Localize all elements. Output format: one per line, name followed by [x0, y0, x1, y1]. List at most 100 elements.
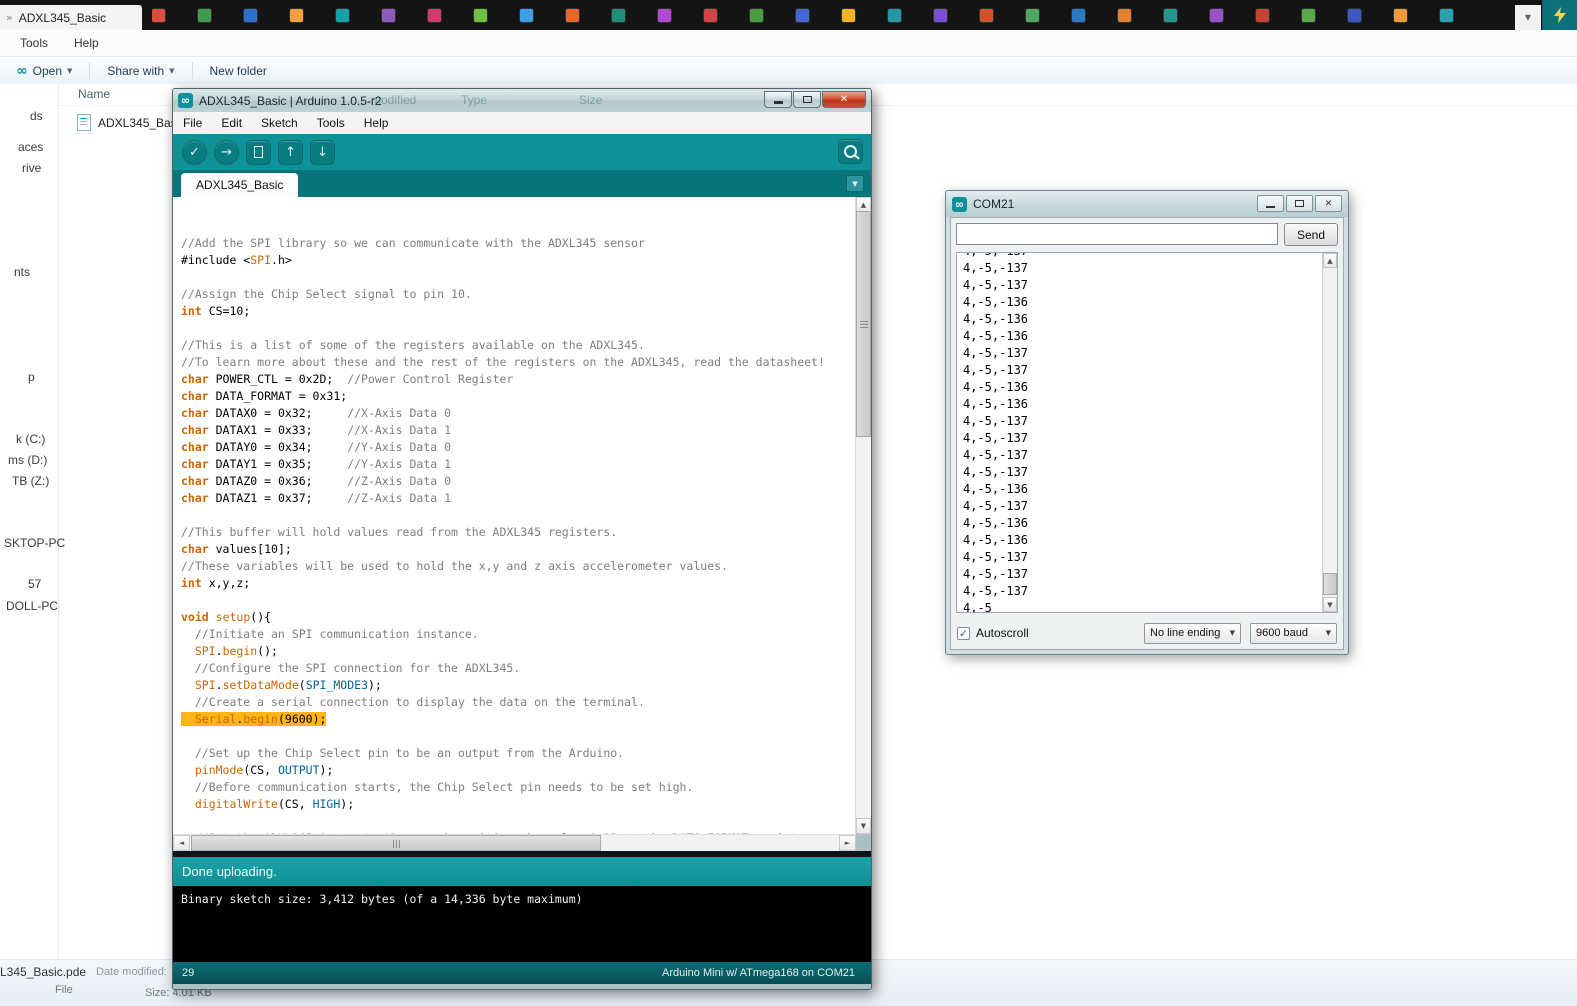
serial-line: 4,-5,-136 — [963, 311, 1028, 328]
sidebar-item[interactable]: SKTOP-PC — [4, 536, 65, 550]
bookmark-favicon[interactable] — [520, 9, 533, 22]
sidebar-item[interactable]: k (C:) — [16, 432, 45, 446]
share-with-button[interactable]: Share with ▼ — [99, 60, 182, 82]
upload-button[interactable]: → — [214, 140, 239, 165]
minimize-button[interactable] — [764, 91, 792, 108]
bookmark-favicon[interactable] — [612, 9, 625, 22]
bookmark-favicon[interactable] — [382, 9, 395, 22]
serial-scroll-thumb[interactable] — [1323, 573, 1337, 595]
save-sketch-button[interactable]: ↓ — [310, 140, 335, 165]
bookmark-favicon[interactable] — [566, 9, 579, 22]
tab-menu-button[interactable]: ▼ — [846, 175, 864, 192]
menu-help[interactable]: Help — [74, 36, 99, 50]
arduino-titlebar[interactable]: ∞ ADXL345_Basic | Arduino 1.0.5-r2 modif… — [173, 89, 871, 112]
bookmark-favicon[interactable] — [888, 9, 901, 22]
sidebar-item[interactable]: aces — [18, 140, 43, 154]
verify-button[interactable]: ✓ — [182, 140, 207, 165]
horizontal-scroll-thumb[interactable] — [191, 835, 601, 851]
autoscroll-label: Autoscroll — [976, 626, 1029, 640]
column-header-name[interactable]: Name — [78, 87, 110, 101]
sidebar-item[interactable]: nts — [14, 265, 30, 279]
scroll-down-arrow[interactable]: ▼ — [1323, 597, 1337, 612]
bookmark-favicon[interactable] — [842, 9, 855, 22]
bookmark-favicon[interactable] — [1256, 9, 1269, 22]
bookmark-favicon[interactable] — [290, 9, 303, 22]
editor-vertical-scrollbar[interactable]: ▲ ▼ — [855, 197, 871, 834]
menu-help[interactable]: Help — [364, 116, 389, 130]
bookmark-favicon[interactable] — [474, 9, 487, 22]
scroll-right-arrow[interactable]: ► — [839, 835, 856, 851]
bookmark-favicon[interactable] — [704, 9, 717, 22]
bookmark-favicon[interactable] — [1026, 9, 1039, 22]
tab-dropdown-button[interactable]: ▼ — [1515, 5, 1541, 30]
bookmark-favicon[interactable] — [980, 9, 993, 22]
serial-monitor-button[interactable] — [838, 139, 863, 164]
code-line: //To learn more about these and the rest… — [181, 354, 856, 371]
menu-tools[interactable]: Tools — [317, 116, 345, 130]
bookmark-favicon[interactable] — [1118, 9, 1131, 22]
serial-output[interactable]: 4,-5,-1374,-5,-1374,-5,-1374,-5,-1364,-5… — [956, 252, 1338, 613]
browser-tab-label: ADXL345_Basic — [19, 11, 106, 25]
vertical-scroll-thumb[interactable] — [856, 211, 871, 437]
bookmark-favicon[interactable] — [1394, 9, 1407, 22]
scroll-down-arrow[interactable]: ▼ — [856, 818, 871, 834]
new-sketch-button[interactable] — [246, 140, 271, 165]
bookmark-favicon[interactable] — [198, 9, 211, 22]
serial-input[interactable] — [956, 223, 1278, 245]
scroll-up-arrow[interactable]: ▲ — [1323, 253, 1337, 268]
bookmark-favicon[interactable] — [934, 9, 947, 22]
serial-line: 4,-5,-137 — [963, 252, 1028, 260]
bookmark-favicon[interactable] — [428, 9, 441, 22]
maximize-button[interactable] — [793, 91, 821, 108]
serial-titlebar[interactable]: ∞ COM21 ✕ — [946, 191, 1348, 217]
menu-sketch[interactable]: Sketch — [261, 116, 298, 130]
magnifier-icon — [844, 145, 857, 158]
new-folder-button[interactable]: New folder — [202, 60, 275, 82]
sidebar-item[interactable]: 57 — [28, 577, 41, 591]
sidebar-item[interactable]: DOLL-PC — [6, 599, 58, 613]
open-button[interactable]: ∞ Open ▼ — [8, 60, 80, 82]
bookmark-favicon[interactable] — [796, 9, 809, 22]
code-line — [181, 813, 856, 830]
sidebar-item[interactable]: ms (D:) — [8, 453, 47, 467]
flash-icon[interactable] — [1542, 0, 1577, 30]
bookmark-favicon[interactable] — [750, 9, 763, 22]
open-sketch-button[interactable]: ↑ — [278, 140, 303, 165]
send-button[interactable]: Send — [1284, 223, 1338, 246]
browser-tab[interactable]: » ADXL345_Basic — [0, 5, 142, 30]
code-line: //This buffer will hold values read from… — [181, 524, 856, 541]
code-line: //Set up the Chip Select pin to be an ou… — [181, 745, 856, 762]
file-list-item[interactable]: ADXL345_Basic — [77, 114, 185, 131]
baud-rate-select[interactable]: 9600 baud ▼ — [1250, 623, 1337, 644]
sidebar-item[interactable]: p — [28, 370, 35, 384]
serial-scrollbar[interactable]: ▲ ▼ — [1322, 253, 1337, 612]
menu-file[interactable]: File — [183, 116, 202, 130]
minimize-button[interactable] — [1257, 195, 1284, 212]
code-line: SPI.setDataMode(SPI_MODE3); — [181, 677, 856, 694]
bookmark-favicon[interactable] — [1348, 9, 1361, 22]
bookmark-favicon[interactable] — [1440, 9, 1453, 22]
sketch-tab[interactable]: ADXL345_Basic — [181, 173, 298, 197]
bookmark-favicon[interactable] — [1072, 9, 1085, 22]
menu-tools[interactable]: Tools — [20, 36, 48, 50]
line-ending-select[interactable]: No line ending ▼ — [1144, 623, 1241, 644]
sidebar-item[interactable]: rive — [22, 161, 41, 175]
bookmark-favicon[interactable] — [1164, 9, 1177, 22]
sidebar-item[interactable]: ds — [30, 109, 43, 123]
maximize-button[interactable] — [1286, 195, 1313, 212]
bookmark-favicon[interactable] — [244, 9, 257, 22]
close-button[interactable]: ✕ — [1315, 195, 1342, 212]
close-button[interactable]: ✕ — [822, 91, 866, 108]
baud-rate-value: 9600 baud — [1256, 627, 1308, 639]
scroll-left-arrow[interactable]: ◄ — [173, 835, 190, 851]
bookmark-favicon[interactable] — [336, 9, 349, 22]
bookmark-favicon[interactable] — [1302, 9, 1315, 22]
bookmark-favicon[interactable] — [658, 9, 671, 22]
editor-horizontal-scrollbar[interactable]: ◄ ► — [173, 834, 856, 851]
bookmark-favicon[interactable] — [152, 9, 165, 22]
code-editor[interactable]: //Add the SPI library so we can communic… — [173, 197, 856, 834]
bookmark-favicon[interactable] — [1210, 9, 1223, 22]
sidebar-item[interactable]: TB (Z:) — [12, 474, 49, 488]
autoscroll-checkbox[interactable]: ✓ — [957, 627, 970, 640]
menu-edit[interactable]: Edit — [221, 116, 242, 130]
